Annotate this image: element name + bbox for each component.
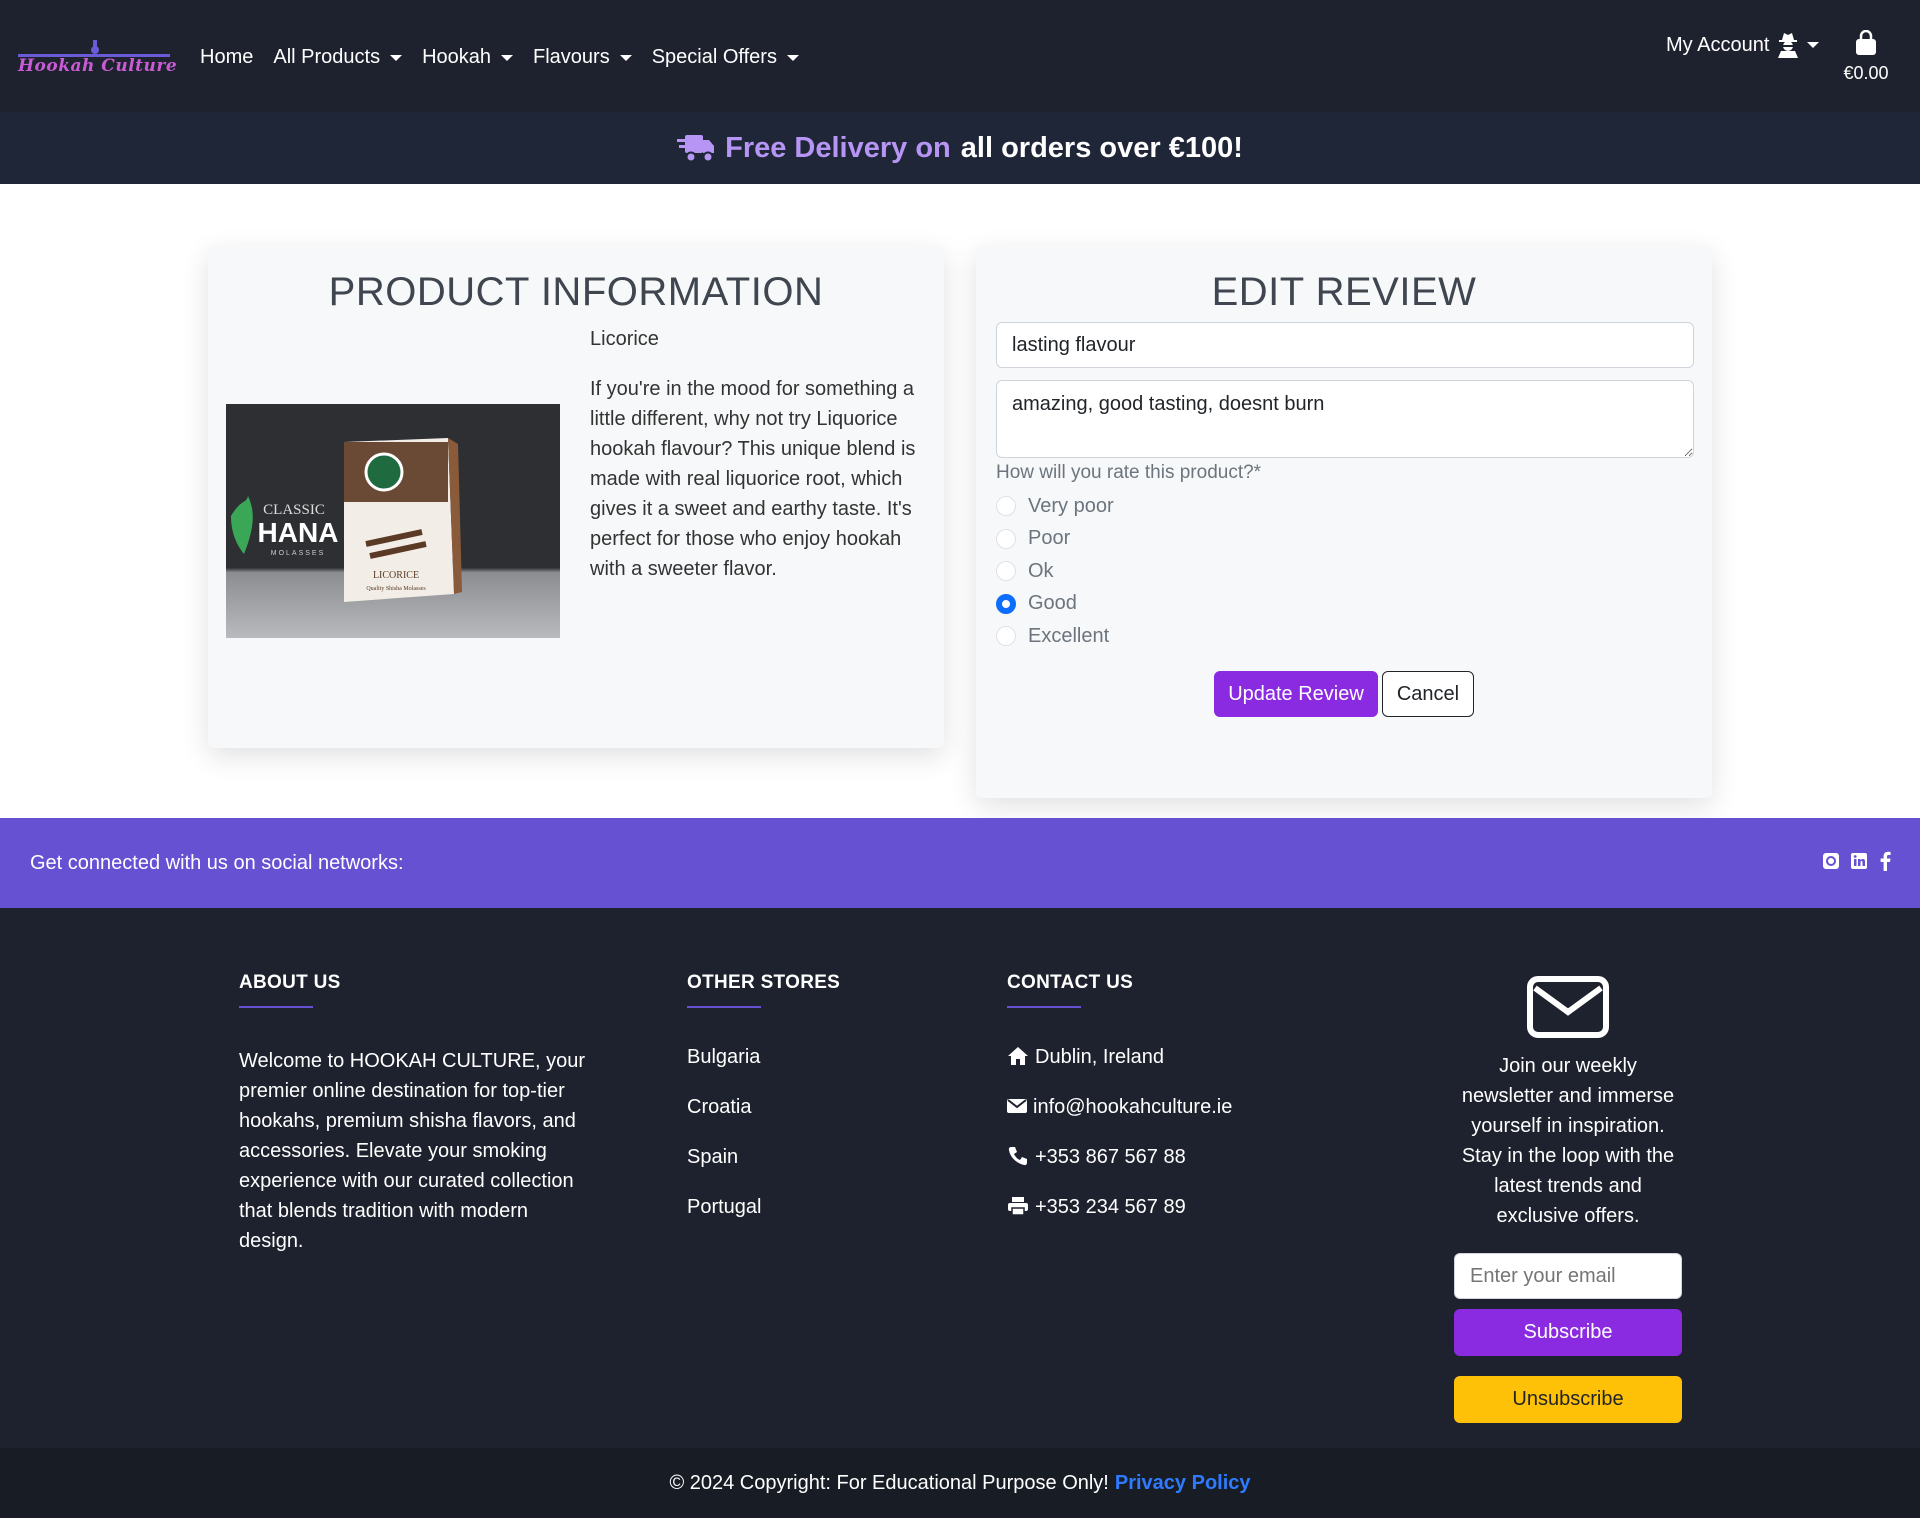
copyright-bar: © 2024 Copyright: For Educational Purpos…	[0, 1448, 1920, 1518]
store-link-croatia[interactable]: Croatia	[687, 1096, 840, 1146]
about-heading: ABOUT US	[239, 972, 341, 993]
radio-button[interactable]	[996, 626, 1016, 647]
product-image-line1: CLASSIC	[263, 502, 325, 518]
account-label: My Account	[1666, 33, 1770, 56]
radio-button[interactable]	[996, 561, 1016, 582]
store-link-bulgaria[interactable]: Bulgaria	[687, 1046, 840, 1096]
radio-button-checked[interactable]	[996, 593, 1016, 614]
nav-all-products[interactable]: All Products	[273, 46, 403, 69]
caret-down-icon	[501, 54, 514, 61]
nav-special-offers[interactable]: Special Offers	[652, 46, 799, 69]
nav-home[interactable]: Home	[200, 46, 253, 69]
newsletter-email-input[interactable]	[1454, 1253, 1682, 1299]
contact-email[interactable]: info@hookahculture.ie	[1007, 1096, 1232, 1146]
review-body-textarea[interactable]: amazing, good tasting, doesnt burn	[996, 380, 1694, 458]
rating-label: How will you rate this product?*	[996, 462, 1262, 483]
envelope-icon	[1527, 976, 1609, 1038]
social-strip: Get connected with us on social networks…	[0, 818, 1920, 908]
review-title-input[interactable]	[996, 322, 1694, 368]
footer-about: ABOUT US Welcome to HOOKAH CULTURE, your…	[239, 972, 589, 1256]
social-text: Get connected with us on social networks…	[30, 852, 404, 874]
shopping-bag-icon	[1856, 29, 1876, 55]
rating-option-excellent[interactable]: Excellent	[996, 620, 1114, 653]
phone-icon	[1008, 1147, 1027, 1166]
about-text: Welcome to HOOKAH CULTURE, your premier …	[239, 1050, 586, 1252]
contact-fax: +353 234 567 89	[1007, 1196, 1232, 1246]
nav-hookah[interactable]: Hookah	[422, 46, 514, 69]
radio-button[interactable]	[996, 528, 1016, 549]
product-image-box-sub: Quality Shisha Molasses	[366, 586, 426, 592]
caret-down-icon	[786, 54, 799, 61]
product-image: CLASSIC HANA MOLASSES LICORICE Quality S…	[226, 404, 560, 638]
product-image-line2: HANA	[258, 517, 339, 548]
rating-radio-group: Very poor Poor Ok Good Excellent	[996, 490, 1114, 653]
product-description: If you're in the mood for something a li…	[590, 378, 916, 580]
brand-logo[interactable]: Hookah Culture	[18, 40, 177, 80]
product-info-card: PRODUCT INFORMATION CLASSIC HANA MOLASSE…	[208, 246, 944, 748]
store-link-portugal[interactable]: Portugal	[687, 1196, 840, 1246]
main-nav: Home All Products Hookah Flavours Specia…	[200, 46, 799, 69]
edit-review-card: EDIT REVIEW amazing, good tasting, doesn…	[976, 246, 1712, 798]
shipping-fast-icon	[677, 135, 715, 163]
banner-accent: Free Delivery on	[725, 131, 951, 164]
footer-newsletter: Join our weekly newsletter and immerse y…	[1454, 976, 1682, 1423]
product-image-box-label: LICORICE	[373, 570, 419, 581]
facebook-icon[interactable]	[1878, 851, 1896, 871]
subscribe-button[interactable]: Subscribe	[1454, 1309, 1682, 1356]
social-icons	[1822, 851, 1896, 871]
printer-icon	[1008, 1197, 1028, 1216]
home-icon	[1008, 1047, 1028, 1065]
contact-heading: CONTACT US	[1007, 972, 1134, 993]
caret-down-icon	[1807, 42, 1820, 48]
hookah-logo-icon	[91, 40, 99, 54]
footer-stores: OTHER STORES Bulgaria Croatia Spain Port…	[687, 972, 840, 1246]
nav-flavours[interactable]: Flavours	[533, 46, 632, 69]
unsubscribe-button[interactable]: Unsubscribe	[1454, 1376, 1682, 1423]
product-info-heading: PRODUCT INFORMATION	[328, 270, 824, 314]
radio-button[interactable]	[996, 496, 1016, 517]
product-photo: CLASSIC HANA MOLASSES LICORICE Quality S…	[231, 438, 462, 602]
store-link-spain[interactable]: Spain	[687, 1146, 840, 1196]
heading-underline	[239, 1006, 313, 1008]
product-name: Licorice	[590, 328, 659, 350]
rating-option-poor[interactable]: Poor	[996, 523, 1114, 556]
envelope-icon	[1007, 1099, 1027, 1113]
rating-option-good[interactable]: Good	[996, 588, 1114, 621]
rating-option-very-poor[interactable]: Very poor	[996, 490, 1114, 523]
footer-contact: CONTACT US Dublin, Ireland info@hookahcu…	[1007, 972, 1232, 1246]
cart-link[interactable]: €0.00	[1838, 29, 1894, 84]
free-delivery-banner: Free Delivery on all orders over €100!	[0, 112, 1920, 184]
banner-text: all orders over €100!	[960, 131, 1243, 164]
newsletter-text: Join our weekly newsletter and immerse y…	[1461, 1055, 1675, 1227]
rating-option-ok[interactable]: Ok	[996, 555, 1114, 588]
privacy-policy-link[interactable]: Privacy Policy	[1115, 1472, 1251, 1495]
update-review-button[interactable]: Update Review	[1214, 671, 1378, 717]
my-account-dropdown[interactable]: My Account	[1666, 32, 1820, 58]
contact-phone: +353 867 567 88	[1007, 1146, 1232, 1196]
logo-text: Hookah Culture	[18, 56, 178, 76]
edit-review-heading: EDIT REVIEW	[1211, 270, 1477, 314]
caret-down-icon	[619, 54, 632, 61]
cart-total: €0.00	[1843, 63, 1889, 83]
github-icon[interactable]	[1822, 851, 1840, 871]
footer: ABOUT US Welcome to HOOKAH CULTURE, your…	[0, 908, 1920, 1448]
caret-down-icon	[390, 54, 403, 61]
contact-address: Dublin, Ireland	[1007, 1046, 1232, 1096]
heading-underline	[687, 1006, 761, 1008]
stores-heading: OTHER STORES	[687, 972, 841, 993]
heading-underline	[1007, 1006, 1081, 1008]
linkedin-icon[interactable]	[1850, 851, 1868, 871]
user-secret-icon	[1778, 33, 1799, 58]
navbar: Hookah Culture Home All Products Hookah …	[0, 0, 1920, 112]
cancel-button[interactable]: Cancel	[1382, 671, 1474, 717]
product-image-line3: MOLASSES	[271, 550, 326, 557]
copyright-text: © 2024 Copyright: For Educational Purpos…	[669, 1471, 1109, 1494]
